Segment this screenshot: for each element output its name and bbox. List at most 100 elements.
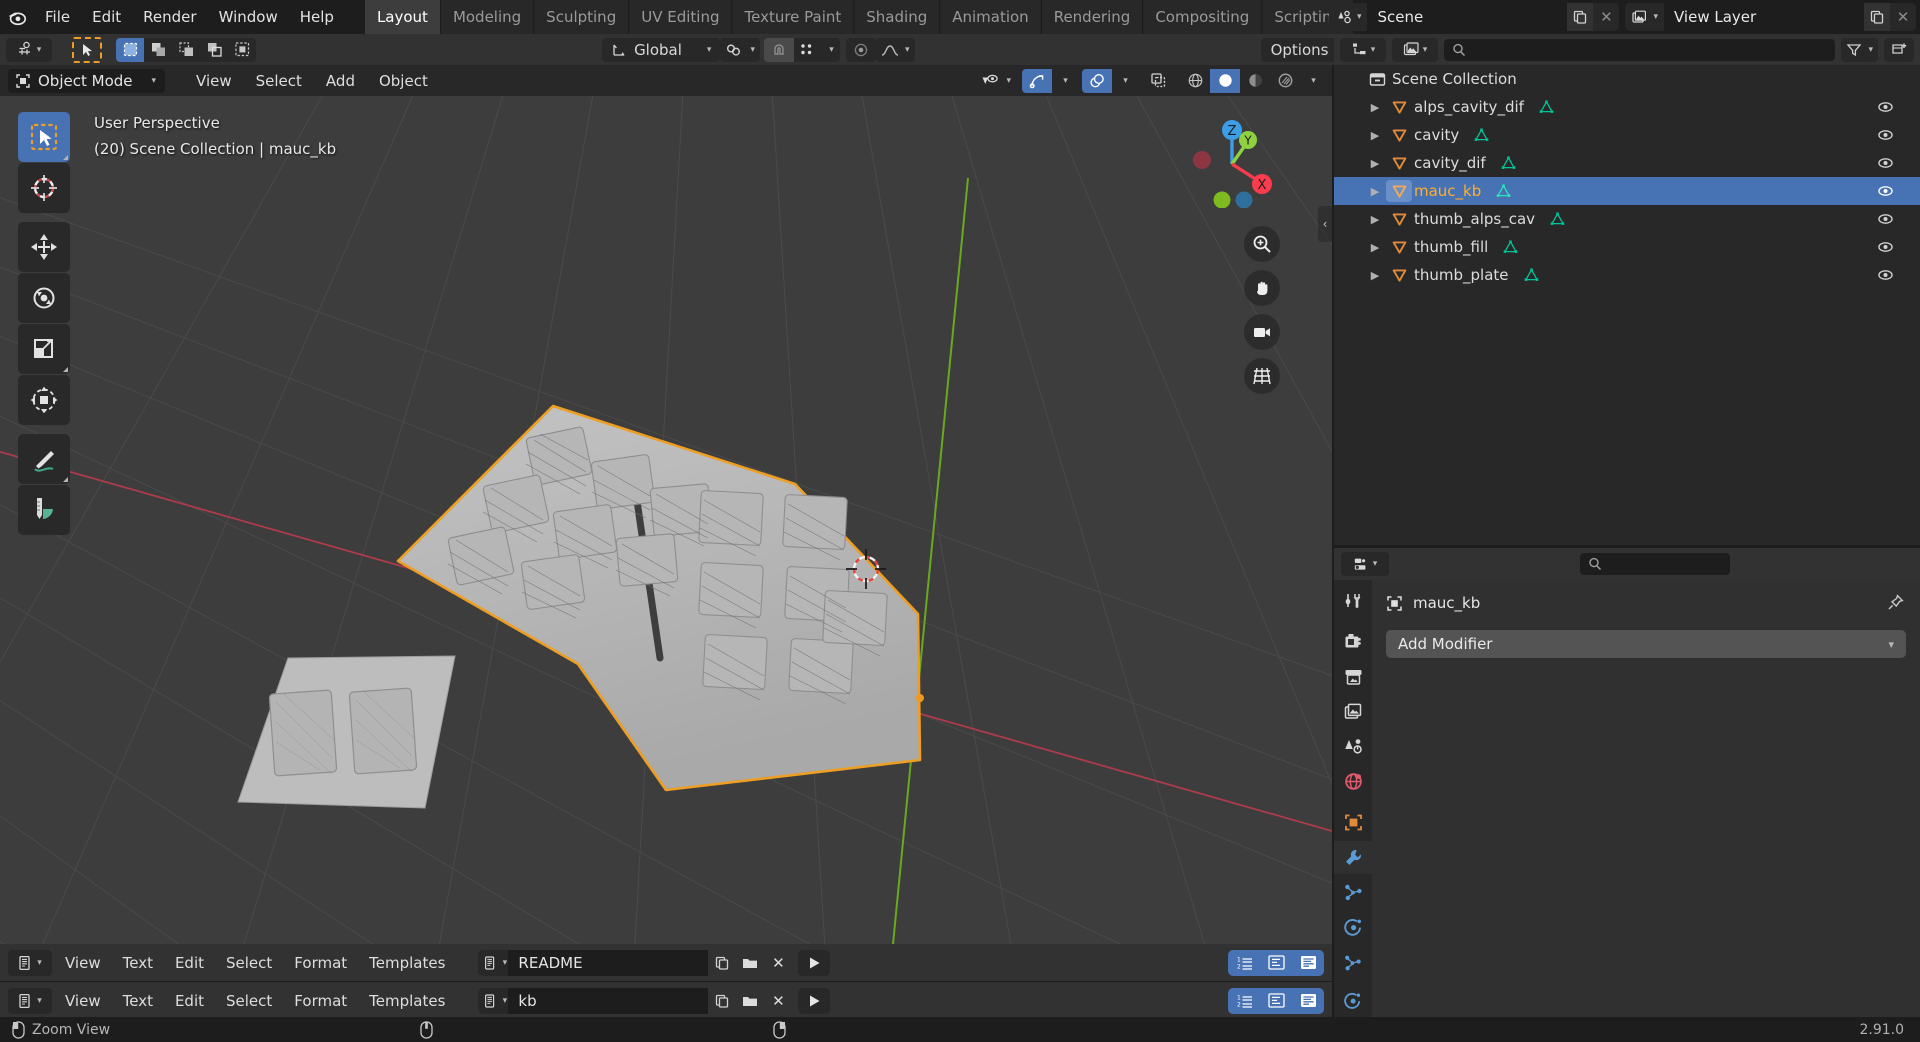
visibility-eye-icon[interactable] [1877, 213, 1894, 226]
add-modifier-button[interactable]: Add Modifier ▾ [1386, 630, 1906, 658]
scene-close-icon[interactable]: ✕ [1593, 3, 1620, 31]
scene-datablock[interactable]: ▾ Scene ✕ [1328, 3, 1620, 31]
subtract-select-icon[interactable] [172, 37, 200, 62]
text-unlink-x-icon-2[interactable]: ✕ [764, 987, 793, 1014]
object-mode-dropdown[interactable]: Object Mode ▾ [8, 68, 166, 93]
gizmo-icon[interactable] [1022, 68, 1052, 93]
disclosure-triangle-icon[interactable]: ▶ [1364, 241, 1386, 254]
workspace-tab-sculpting[interactable]: Sculpting [534, 0, 629, 34]
set-select-icon[interactable] [116, 37, 144, 62]
workspace-tab-uv-editing[interactable]: UV Editing [629, 0, 732, 34]
invert-select-icon[interactable] [200, 37, 228, 62]
pin-icon[interactable] [1887, 594, 1904, 611]
material-preview-icon[interactable] [1240, 69, 1270, 93]
view-layer-name-field[interactable]: View Layer [1664, 3, 1864, 31]
tool-expand-corner[interactable] [63, 155, 68, 160]
properties-search-input[interactable] [1580, 553, 1730, 575]
text-menu-templates-1[interactable]: Templates [360, 952, 454, 974]
line-numbers-icon[interactable]: 12 [1228, 949, 1260, 976]
outliner-row-alps-cavity-dif[interactable]: ▶ alps_cavity_dif [1334, 93, 1920, 121]
outliner-row-thumb-fill[interactable]: ▶ thumb_fill [1334, 233, 1920, 261]
mesh-data-icon[interactable] [1500, 155, 1517, 172]
extend-select-icon[interactable] [144, 37, 172, 62]
viewport-menu-select[interactable]: Select [247, 70, 311, 92]
text-datablock-icon[interactable]: ▾ [478, 987, 509, 1014]
workspace-tab-animation[interactable]: Animation [940, 0, 1041, 34]
camera-view-icon[interactable] [1244, 314, 1280, 350]
annotate-tool[interactable] [18, 434, 70, 484]
text-unlink-x-icon-1[interactable]: ✕ [764, 949, 793, 976]
menu-edit[interactable]: Edit [81, 4, 132, 30]
mesh-data-icon[interactable] [1495, 183, 1512, 200]
view-layer-datablock[interactable]: ▾ View Layer ✕ [1625, 3, 1916, 31]
overlays-icon[interactable] [1082, 68, 1112, 93]
xray-toggle-icon[interactable] [1142, 68, 1174, 93]
disclosure-triangle-icon[interactable]: ▶ [1364, 269, 1386, 282]
mesh-data-icon[interactable] [1538, 99, 1555, 116]
viewport-menu-object[interactable]: Object [370, 70, 437, 92]
menu-render[interactable]: Render [132, 4, 207, 30]
tool-expand-corner[interactable] [63, 477, 68, 482]
navigation-gizmo[interactable]: Z Y X [1184, 112, 1280, 208]
particles-tab[interactable] [1334, 876, 1372, 909]
outliner-editor[interactable]: Scene Collection ▶ alps_cavity_dif ▶ cav… [1334, 65, 1920, 545]
proportional-edit-toggle[interactable] [845, 37, 876, 62]
disclosure-triangle-icon[interactable]: ▶ [1364, 101, 1386, 114]
text-menu-view-2[interactable]: View [56, 990, 110, 1012]
text-menu-select-2[interactable]: Select [217, 990, 281, 1012]
menu-window[interactable]: Window [208, 4, 289, 30]
falloff-dropdown[interactable]: ▾ [875, 37, 915, 62]
workspace-tab-texture-paint[interactable]: Texture Paint [732, 0, 854, 34]
text-editor-side-physics-icon-2[interactable] [1334, 982, 1372, 1019]
physics-tab[interactable] [1334, 911, 1372, 944]
text-filename-field-2[interactable]: kb [508, 987, 709, 1014]
new-collection-icon[interactable] [1884, 37, 1914, 62]
rotate-tool[interactable] [18, 273, 70, 323]
outliner-row-mauc-kb[interactable]: ▶ mauc_kb [1334, 177, 1920, 205]
text-run-script-icon-2[interactable] [798, 987, 831, 1014]
outliner-row-thumb-plate[interactable]: ▶ thumb_plate [1334, 261, 1920, 289]
text-menu-select-1[interactable]: Select [217, 952, 281, 974]
shading-dropdown-chevron-down-icon[interactable]: ▾ [1300, 69, 1324, 93]
zoom-navigate-icon[interactable] [1244, 226, 1280, 262]
editor-type-icon[interactable]: ▾ [6, 37, 52, 62]
view-layer-tab[interactable] [1334, 695, 1372, 728]
text-editor-type-icon[interactable]: ▾ [8, 987, 52, 1014]
solid-shading-icon[interactable] [1210, 68, 1240, 93]
visibility-eye-icon[interactable] [1877, 269, 1894, 282]
workspace-tab-compositing[interactable]: Compositing [1143, 0, 1262, 34]
text-duplicate-icon-2[interactable] [708, 987, 737, 1014]
properties-editor-type-icon[interactable]: ▾ [1341, 552, 1389, 576]
select-box-tool-icon[interactable] [72, 36, 102, 63]
tool-expand-corner[interactable] [63, 367, 68, 372]
scene-tab[interactable] [1334, 730, 1372, 763]
text-menu-edit-1[interactable]: Edit [166, 952, 213, 974]
text-duplicate-icon-1[interactable] [708, 949, 737, 976]
scene-name-field[interactable]: Scene [1367, 3, 1568, 31]
disclosure-triangle-icon[interactable]: ▶ [1364, 157, 1386, 170]
syntax-highlight-icon[interactable] [1292, 987, 1324, 1014]
properties-editor[interactable]: mauc_kb Add Modifier ▾ [1334, 580, 1920, 1017]
snap-dropdown-chevron-down-icon[interactable]: ▾ [820, 38, 840, 62]
text-menu-templates-2[interactable]: Templates [360, 990, 454, 1012]
outliner-editor-type-icon[interactable]: ▾ [1340, 37, 1386, 62]
viewport-menu-add[interactable]: Add [317, 70, 364, 92]
workspace-tab-rendering[interactable]: Rendering [1041, 0, 1143, 34]
tweak-select-tool[interactable] [18, 112, 70, 162]
text-open-folder-icon-1[interactable] [736, 949, 765, 976]
text-datablock-icon[interactable]: ▾ [478, 949, 509, 976]
disclosure-triangle-icon[interactable]: ▶ [1364, 129, 1386, 142]
cursor-tool[interactable] [18, 163, 70, 213]
render-tab[interactable] [1334, 625, 1372, 658]
workspace-tab-shading[interactable]: Shading [854, 0, 940, 34]
3d-viewport[interactable]: User Perspective (20) Scene Collection |… [0, 96, 1332, 944]
mesh-data-icon[interactable] [1473, 127, 1490, 144]
world-tab[interactable] [1334, 765, 1372, 798]
wireframe-shading-icon[interactable] [1180, 69, 1210, 93]
visibility-eye-icon[interactable] [1877, 241, 1894, 254]
visibility-eye-icon[interactable] [1877, 101, 1894, 114]
menu-help[interactable]: Help [289, 4, 345, 30]
syntax-highlight-icon[interactable] [1292, 949, 1324, 976]
outliner-row-cavity-dif[interactable]: ▶ cavity_dif [1334, 149, 1920, 177]
pan-navigate-icon[interactable] [1244, 270, 1280, 306]
